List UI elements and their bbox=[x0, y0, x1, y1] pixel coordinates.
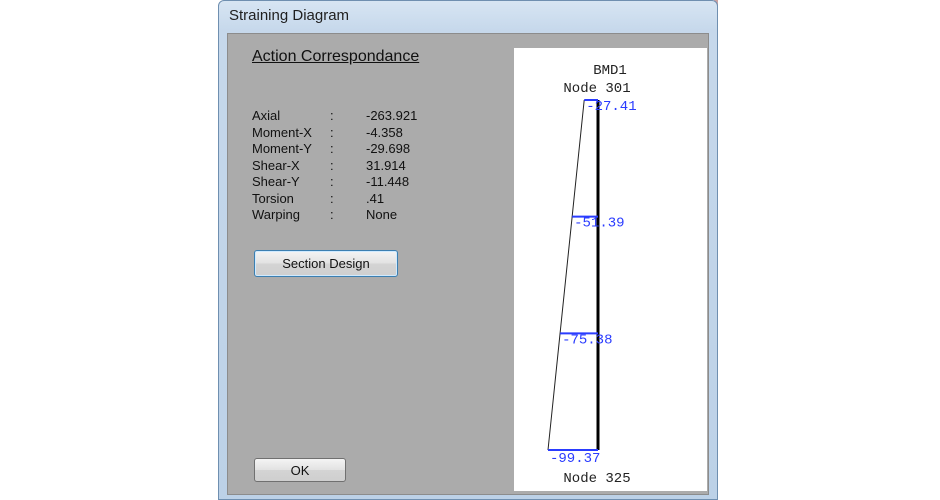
end-node-label: Node 325 bbox=[563, 471, 630, 487]
property-value: .41 bbox=[366, 190, 385, 206]
property-separator: : bbox=[330, 207, 334, 222]
window-title: Straining Diagram bbox=[229, 7, 350, 24]
property-row-warping: Warping : None bbox=[252, 207, 472, 224]
property-separator: : bbox=[330, 108, 334, 123]
moment-outline bbox=[547, 99, 585, 451]
property-row-torsion: Torsion : .41 bbox=[252, 191, 472, 208]
property-value: None bbox=[366, 207, 398, 222]
moment-value-label-3: -75.38 bbox=[562, 332, 612, 348]
property-row-axial: Axial : -263.921 bbox=[252, 108, 472, 125]
bending-moment-diagram: BMD1 Node 301 Node 325 -27.41 -51.39 -75.3… bbox=[514, 48, 707, 491]
property-row-moment-x: Moment-X : -4.358 bbox=[252, 125, 472, 142]
property-separator: : bbox=[330, 157, 334, 173]
property-name: Torsion bbox=[252, 190, 294, 206]
property-name: Shear-Y bbox=[252, 174, 300, 189]
property-row-shear-y: Shear-Y : -11.448 bbox=[252, 174, 472, 191]
title-bar[interactable]: Straining Diagram bbox=[219, 1, 717, 33]
start-node-label: Node 301 bbox=[563, 81, 630, 97]
property-name: Warping bbox=[252, 207, 300, 222]
property-separator: : bbox=[330, 174, 334, 189]
dialog-client-area: Action Correspondance Axial : -263.921 M… bbox=[227, 33, 709, 495]
property-row-shear-x: Shear-X : 31.914 bbox=[252, 158, 472, 175]
property-value: -4.358 bbox=[366, 124, 403, 140]
section-design-button[interactable]: Section Design bbox=[254, 250, 398, 277]
property-value: -11.448 bbox=[366, 174, 410, 189]
moment-value-label-4: -99.37 bbox=[550, 451, 600, 467]
property-separator: : bbox=[330, 190, 334, 206]
moment-value-label-2: -51.39 bbox=[574, 216, 624, 232]
diagram-canvas: BMD1 Node 301 Node 325 -27.41 -51.39 -75.3… bbox=[547, 63, 637, 487]
property-name: Moment-X bbox=[252, 124, 312, 140]
property-value: 31.914 bbox=[366, 157, 406, 173]
straining-diagram-window: Straining Diagram Action Correspondance … bbox=[218, 0, 718, 500]
property-separator: : bbox=[330, 141, 334, 156]
property-value: -29.698 bbox=[366, 141, 411, 156]
action-correspondance-heading: Action Correspondance bbox=[252, 48, 420, 65]
diagram-title: BMD1 bbox=[593, 63, 627, 79]
property-value: -263.921 bbox=[366, 108, 418, 123]
moment-value-label-1: -27.41 bbox=[586, 99, 636, 115]
ok-button[interactable]: OK bbox=[254, 458, 346, 482]
property-name: Axial bbox=[252, 108, 281, 123]
property-name: Moment-Y bbox=[252, 141, 312, 156]
property-separator: : bbox=[330, 124, 334, 140]
property-name: Shear-X bbox=[252, 157, 300, 173]
action-properties-list: Axial : -263.921 Moment-X : -4.358 Momen… bbox=[252, 108, 472, 224]
property-row-moment-y: Moment-Y : -29.698 bbox=[252, 141, 472, 158]
